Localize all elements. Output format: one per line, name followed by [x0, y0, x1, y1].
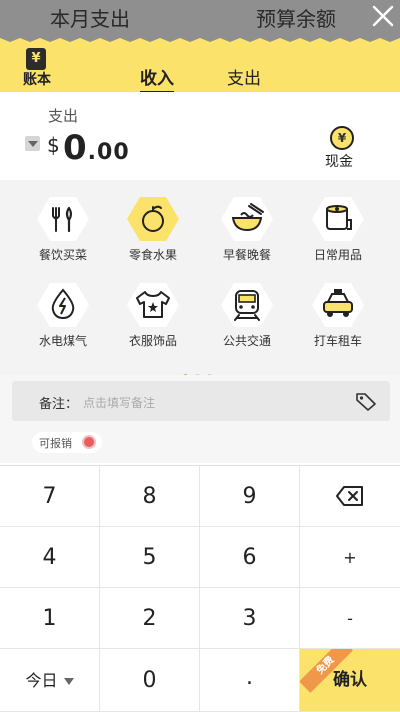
key-plus[interactable]: +	[300, 527, 400, 588]
category-snacks[interactable]: 零食水果	[113, 196, 193, 276]
train-icon	[221, 283, 273, 327]
category-utilities[interactable]: 水电煤气	[23, 282, 103, 362]
tag-icon[interactable]	[355, 391, 377, 411]
reimbursable-radio[interactable]	[84, 437, 94, 447]
category-dining[interactable]: 餐饮买菜	[23, 196, 103, 276]
category-meals[interactable]: 早餐晚餐	[207, 196, 287, 276]
taxi-icon	[312, 283, 364, 327]
currency-symbol: $	[47, 133, 60, 157]
category-label: 餐饮买菜	[38, 248, 87, 262]
key-2[interactable]: 2	[100, 588, 200, 649]
key-minus[interactable]: -	[300, 588, 400, 649]
category-daily-goods[interactable]: 日常用品	[298, 196, 378, 276]
category-label: 水电煤气	[38, 334, 87, 348]
top-bar: 本月支出 预算余额	[0, 0, 400, 34]
key-decimal[interactable]: .	[200, 649, 300, 712]
reimbursable-toggle[interactable]: 可报销	[32, 432, 102, 453]
category-taxi[interactable]: 打车租车	[298, 282, 378, 362]
key-backspace[interactable]	[300, 466, 400, 527]
chevron-down-icon	[63, 678, 74, 685]
toilet-paper-icon	[312, 197, 364, 241]
category-label: 零食水果	[128, 248, 177, 262]
key-3[interactable]: 3	[200, 588, 300, 649]
key-0[interactable]: 0	[100, 649, 200, 712]
reimbursable-label: 可报销	[39, 437, 72, 450]
amount-integer: 0	[63, 128, 88, 168]
date-label: 今日	[25, 671, 58, 690]
zigzag-edge	[0, 34, 400, 42]
header-bar	[0, 34, 400, 92]
confirm-label: 确认	[333, 670, 367, 690]
key-8[interactable]: 8	[100, 466, 200, 527]
category-label: 衣服饰品	[128, 334, 177, 348]
entry-type-label: 支出	[48, 107, 79, 125]
cash-icon[interactable]: ¥	[330, 126, 354, 150]
book-label: 账本	[23, 72, 51, 88]
key-6[interactable]: 6	[200, 527, 300, 588]
date-selector[interactable]: 今日	[0, 649, 100, 712]
apple-icon	[127, 197, 179, 241]
shirt-icon	[127, 283, 179, 327]
noodle-bowl-icon	[221, 197, 273, 241]
amount-decimal: .00	[87, 140, 130, 165]
key-9[interactable]: 9	[200, 466, 300, 527]
category-clothing[interactable]: 衣服饰品	[113, 282, 193, 362]
category-public-transit[interactable]: 公共交通	[207, 282, 287, 362]
utensils-icon	[37, 197, 89, 241]
key-7[interactable]: 7	[0, 466, 100, 527]
number-keypad: 7 8 9 4 5 6 + 1 2 3 - 今日 0 . 确认 免费	[0, 465, 400, 712]
confirm-button[interactable]: 确认 免费	[300, 649, 400, 712]
tab-expense[interactable]: 支出	[227, 64, 261, 89]
category-label: 早餐晚餐	[222, 248, 271, 262]
key-5[interactable]: 5	[100, 527, 200, 588]
budget-balance-title: 预算余额	[256, 7, 336, 31]
amount-display: 0.00	[63, 128, 130, 168]
account-label[interactable]: 现金	[325, 151, 353, 171]
note-label: 备注：	[39, 397, 79, 412]
category-label: 公共交通	[222, 334, 271, 348]
monthly-expense-title: 本月支出	[50, 7, 130, 31]
utility-drop-icon	[37, 283, 89, 327]
book-icon: ¥	[26, 48, 46, 70]
backspace-icon	[336, 486, 363, 506]
tab-income[interactable]: 收入	[140, 64, 174, 93]
key-1[interactable]: 1	[0, 588, 100, 649]
account-book-button[interactable]: ¥ 账本	[20, 46, 54, 88]
category-label: 打车租车	[313, 334, 362, 348]
key-4[interactable]: 4	[0, 527, 100, 588]
type-dropdown-icon[interactable]	[25, 136, 40, 151]
note-placeholder: 点击填写备注	[83, 396, 156, 410]
close-icon[interactable]	[370, 3, 396, 29]
category-label: 日常用品	[313, 248, 362, 262]
